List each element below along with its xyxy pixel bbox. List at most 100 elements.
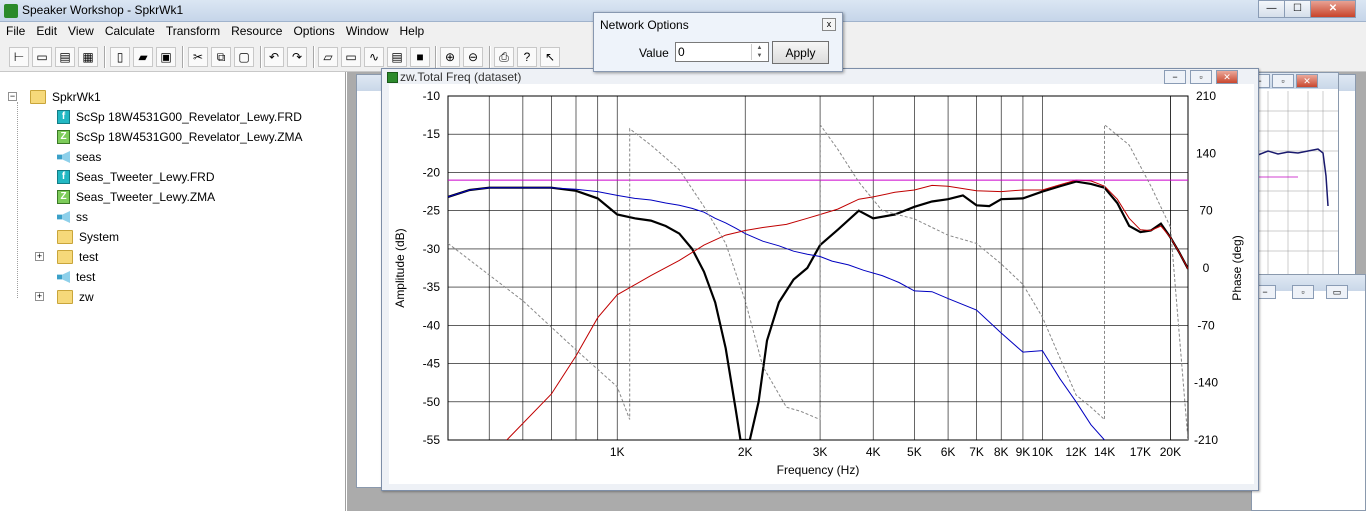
y-left-tick-label: -40: [423, 318, 441, 332]
chart-view-icon[interactable]: ▦: [78, 47, 98, 67]
x-tick-label: 4K: [866, 445, 881, 459]
expand-zw-toggle[interactable]: +: [35, 292, 44, 301]
speaker-icon: [57, 211, 70, 223]
network-options-dialog[interactable]: Network Options x Value ▲▼ Apply: [593, 12, 843, 72]
tree-line: [17, 102, 18, 298]
tree-item-label: ScSp 18W4531G00_Revelator_Lewy.FRD: [76, 110, 302, 124]
x-tick-label: 5K: [907, 445, 922, 459]
redo-icon[interactable]: ↷: [287, 47, 307, 67]
collapse-root-toggle[interactable]: −: [8, 92, 17, 101]
expand-test-toggle[interactable]: +: [35, 252, 44, 261]
graph-icon[interactable]: ∿: [364, 47, 384, 67]
menu-file[interactable]: File: [0, 22, 30, 38]
toolbar-separator: [260, 46, 262, 68]
y-right-tick-label: -140: [1194, 376, 1218, 390]
print-icon[interactable]: ⎙: [494, 47, 514, 67]
tree-item-label: test: [76, 270, 96, 284]
frequency-response-chart[interactable]: -10 -15 -20 -25 -30 -35 -40 -45 -50 -55 210 140 70 0 -…: [389, 84, 1254, 484]
copy-icon[interactable]: ⧉: [211, 47, 231, 67]
maximize-button[interactable]: ☐: [1284, 0, 1311, 18]
tree-item[interactable]: f ScSp 18W4531G00_Revelator_Lewy.FRD: [57, 108, 302, 126]
menu-options[interactable]: Options: [287, 22, 339, 38]
y-right-tick-label: 210: [1196, 89, 1216, 103]
context-help-icon[interactable]: ↖: [540, 47, 560, 67]
y-right-tick-label: 140: [1196, 146, 1216, 160]
stop-icon[interactable]: ■: [410, 47, 430, 67]
paste-icon[interactable]: ▢: [234, 47, 254, 67]
tree-item[interactable]: ss: [57, 208, 88, 226]
folder-icon: [30, 90, 46, 104]
detail-view-icon[interactable]: ▤: [55, 47, 75, 67]
apply-button[interactable]: Apply: [772, 41, 829, 64]
undo-icon[interactable]: ↶: [264, 47, 284, 67]
graph-maximize-button[interactable]: ▫: [1190, 70, 1212, 84]
x-tick-label: 8K: [994, 445, 1009, 459]
menu-transform[interactable]: Transform: [160, 22, 225, 38]
graph-window-title: zw.Total Freq (dataset): [400, 70, 522, 84]
tree-item[interactable]: test: [57, 268, 95, 286]
dialog-close-button[interactable]: x: [822, 18, 836, 31]
x-axis-label: Frequency (Hz): [777, 463, 860, 477]
folder-icon: [57, 230, 73, 244]
menu-edit[interactable]: Edit: [30, 22, 62, 38]
menu-calculate[interactable]: Calculate: [99, 22, 160, 38]
x-tick-label: 17K: [1130, 445, 1151, 459]
graph-minimize-button[interactable]: −: [1164, 70, 1186, 84]
tree-root-label: SpkrWk1: [52, 90, 101, 104]
menu-help[interactable]: Help: [394, 22, 430, 38]
close-button[interactable]: ✕: [1310, 0, 1356, 18]
tree-view-icon[interactable]: ⊢: [9, 47, 29, 67]
tree-item[interactable]: Z ScSp 18W4531G00_Revelator_Lewy.ZMA: [57, 128, 303, 146]
speaker-icon: [57, 151, 70, 163]
y-right-tick-label: 0: [1203, 261, 1210, 275]
tree-item-label: seas: [76, 150, 102, 164]
tree-item-label: ss: [76, 210, 88, 224]
tree-item[interactable]: f Seas_Tweeter_Lewy.FRD: [57, 168, 215, 186]
menu-view[interactable]: View: [62, 22, 99, 38]
cut-icon[interactable]: ✂: [188, 47, 208, 67]
new-file-icon[interactable]: ▯: [110, 47, 130, 67]
minimize-button[interactable]: —: [1258, 0, 1285, 18]
tree-item[interactable]: seas: [57, 148, 101, 166]
list-view-icon[interactable]: ▭: [32, 47, 52, 67]
toolbar-separator: [489, 46, 491, 68]
x-tick-label: 3K: [813, 445, 828, 459]
x-tick-label: 20K: [1160, 445, 1181, 459]
measure-icon[interactable]: ▭: [341, 47, 361, 67]
zoom-in-icon[interactable]: ⊕: [440, 47, 460, 67]
help-icon[interactable]: ?: [517, 47, 537, 67]
tree-item-label: Seas_Tweeter_Lewy.ZMA: [76, 190, 216, 204]
tree-item[interactable]: test: [57, 248, 98, 266]
x-tick-label: 7K: [969, 445, 984, 459]
save-icon[interactable]: ▣: [156, 47, 176, 67]
secondary-child-window[interactable]: − ▫ ▭: [1251, 274, 1366, 511]
restore-child-button[interactable]: ▭: [1326, 285, 1348, 299]
speaker-icon: [57, 271, 70, 283]
tree-item[interactable]: zw: [57, 288, 94, 306]
value-label: Value: [639, 46, 669, 60]
menu-resource[interactable]: Resource: [225, 22, 287, 38]
graph-window-icon: [387, 72, 398, 83]
frd-file-icon: f: [57, 170, 70, 184]
x-tick-label: 10K: [1032, 445, 1053, 459]
zoom-out-icon[interactable]: ⊖: [463, 47, 483, 67]
open-doc-icon[interactable]: ▱: [318, 47, 338, 67]
value-spinner[interactable]: ▲ ▼: [751, 44, 767, 60]
tree-item[interactable]: Z Seas_Tweeter_Lewy.ZMA: [57, 188, 215, 206]
y-left-tick-label: -15: [423, 127, 441, 141]
folder-icon: [57, 290, 73, 304]
y-left-tick-label: -25: [423, 204, 441, 218]
graph-close-button[interactable]: ✕: [1216, 70, 1238, 84]
print-preview-icon[interactable]: ▤: [387, 47, 407, 67]
maximize-child-button[interactable]: ▫: [1272, 74, 1294, 88]
tree-root[interactable]: SpkrWk1: [30, 88, 101, 106]
maximize-child-button[interactable]: ▫: [1292, 285, 1314, 299]
toolbar-separator: [182, 46, 184, 68]
tree-item[interactable]: System: [57, 228, 119, 246]
close-child-button[interactable]: ✕: [1296, 74, 1318, 88]
app-icon: [4, 4, 18, 18]
open-folder-icon[interactable]: ▰: [133, 47, 153, 67]
menu-window[interactable]: Window: [340, 22, 394, 38]
tree-item-label: ScSp 18W4531G00_Revelator_Lewy.ZMA: [76, 130, 303, 144]
toolbar-separator: [104, 46, 106, 68]
